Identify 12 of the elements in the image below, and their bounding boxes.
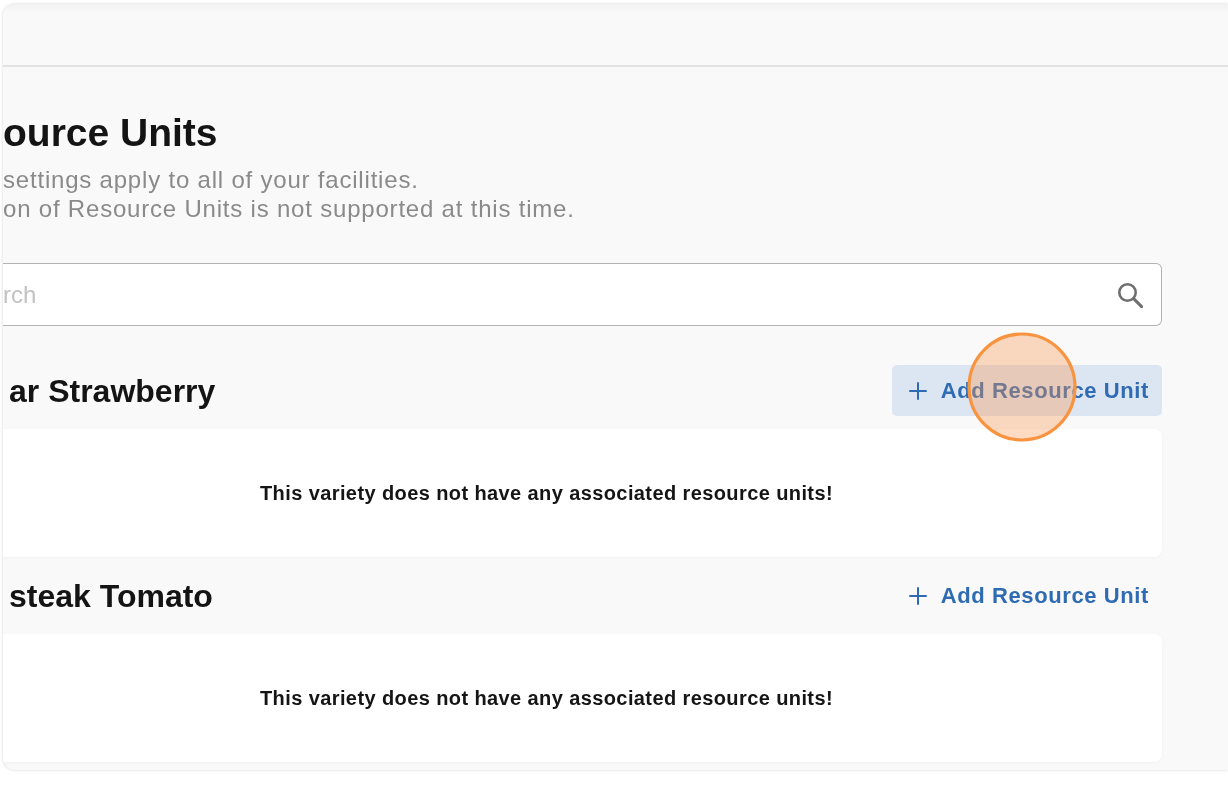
search-field[interactable]: rch: [3, 263, 1162, 326]
search-icon[interactable]: [1117, 282, 1143, 308]
variety-heading: steak Tomato: [8, 576, 213, 616]
add-resource-unit-button[interactable]: Add Resource Unit: [891, 570, 1162, 621]
plus-icon: [908, 381, 927, 400]
empty-message: This variety does not have any associated resource units!: [260, 481, 833, 506]
page-description: settings apply to all of your facilities.: [3, 165, 420, 194]
page-title: ource Units: [3, 110, 219, 156]
page-description: on of Resource Units is not supported at this time.: [3, 194, 576, 223]
plus-icon: [908, 586, 927, 605]
variety-heading: ar Strawberry: [8, 371, 216, 411]
empty-message: This variety does not have any associated resource units!: [260, 686, 833, 711]
